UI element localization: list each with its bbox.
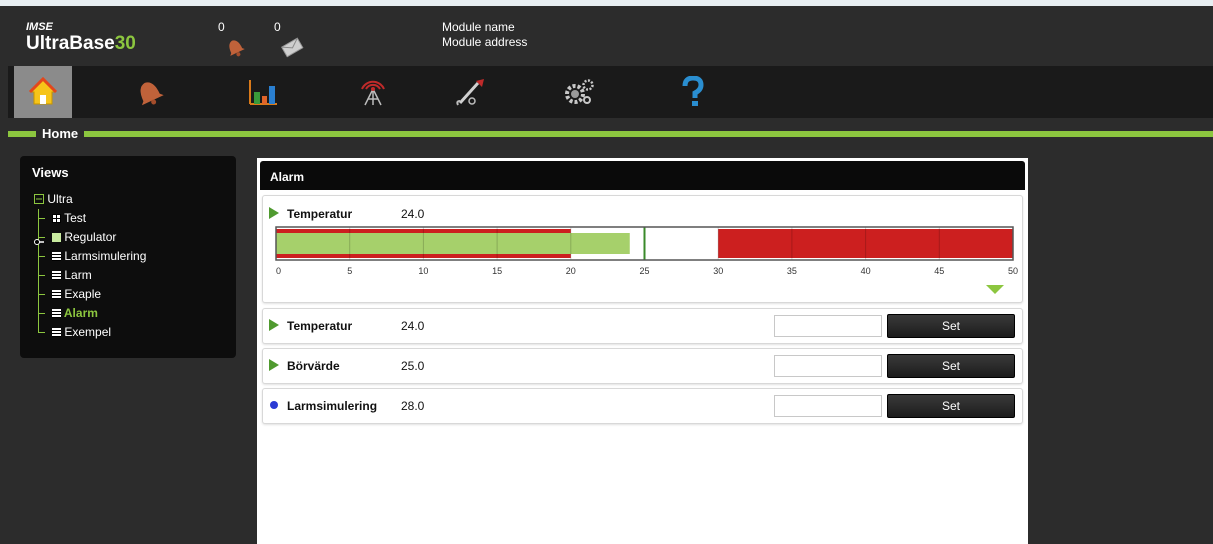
grid-icon: [52, 214, 61, 223]
tick-label: 50: [1008, 266, 1018, 276]
brand-name: UltraBase30: [26, 33, 136, 54]
temperature-gauge: 0 5 10 15 20 25 30 35 40 45 50: [275, 226, 1018, 276]
tick-label: 15: [492, 266, 502, 276]
tree-item-regulator[interactable]: Regulator: [34, 228, 146, 247]
breadcrumb-home[interactable]: Home: [36, 125, 85, 142]
brand-small: IMSE: [26, 21, 53, 33]
status-dot-icon: [270, 401, 278, 409]
message-count: 0: [274, 20, 281, 34]
expand-down-icon[interactable]: [986, 285, 1004, 295]
tree-item-label: Larmsimulering: [64, 249, 147, 263]
list-icon: [52, 309, 61, 318]
set-button[interactable]: Set: [887, 314, 1015, 338]
module-address-label: Module address: [442, 35, 528, 49]
collapse-icon[interactable]: [34, 194, 44, 204]
tick-label: 30: [713, 266, 723, 276]
arrow-right-icon: [269, 359, 279, 371]
envelope-icon[interactable]: [280, 36, 304, 63]
panel-title: Alarm: [270, 170, 305, 184]
gears-icon: [565, 79, 594, 104]
gauge-label: Temperatur: [287, 207, 353, 221]
list-icon: [52, 290, 61, 299]
row-borvarde: Börvärde 25.0 Set: [262, 348, 1023, 384]
temperatur-input[interactable]: [774, 315, 882, 337]
tree-item-label: Exaple: [64, 287, 102, 301]
antenna-icon: [361, 80, 385, 106]
tree-item-larm[interactable]: Larm: [34, 266, 146, 285]
nav-home[interactable]: [14, 66, 72, 118]
row-larmsimulering: Larmsimulering 28.0 Set: [262, 388, 1023, 424]
list-icon: [52, 252, 61, 261]
main-nav: [8, 66, 1213, 118]
larmsimulering-input[interactable]: [774, 395, 882, 417]
tree-item-label: Exempel: [64, 325, 112, 339]
tick-label: 40: [861, 266, 871, 276]
bar-chart-icon: [249, 80, 277, 105]
pin-icon: [34, 233, 44, 245]
alarm-count: 0: [218, 20, 225, 34]
borvarde-input[interactable]: [774, 355, 882, 377]
nav-tools[interactable]: [442, 66, 500, 118]
row-value: 25.0: [401, 359, 425, 373]
tree-item-test[interactable]: Test: [34, 209, 146, 228]
module-name-label: Module name: [442, 20, 515, 34]
tick-label: 20: [566, 266, 576, 276]
tree-item-label: Regulator: [64, 230, 117, 244]
list-icon: [52, 328, 61, 337]
views-tree: Ultra Test Regulator Larmsimulering Larm…: [34, 190, 146, 342]
row-label: Larmsimulering: [287, 399, 378, 413]
list-icon: [52, 271, 61, 280]
row-label: Temperatur: [287, 319, 353, 333]
tick-label: 45: [934, 266, 944, 276]
tree-item-larmsimulering[interactable]: Larmsimulering: [34, 247, 146, 266]
tick-label: 25: [639, 266, 649, 276]
tree-item-alarm[interactable]: Alarm: [34, 304, 146, 323]
help-icon: [682, 76, 704, 106]
nav-communication[interactable]: [344, 66, 402, 118]
row-temperatur: Temperatur 24.0 Set: [262, 308, 1023, 344]
tree-item-label: Test: [64, 211, 87, 225]
home-icon: [28, 77, 58, 105]
nav-charts[interactable]: [234, 66, 292, 118]
set-button[interactable]: Set: [887, 354, 1015, 378]
gauge-card: Temperatur 24.0 0 5 10 15 20 25 30 35 40 45 50: [262, 195, 1023, 303]
module-info: Module name Module address: [442, 20, 527, 50]
tree-item-label: Alarm: [63, 306, 98, 320]
alarm-panel: Alarm Temperatur 24.0 0 5 10 15 20 25 30 35 40 45…: [257, 158, 1028, 544]
tree-item-exempel[interactable]: Exempel: [34, 323, 146, 342]
tree-root-label: Ultra: [47, 192, 73, 206]
arrow-right-icon: [269, 319, 279, 331]
tree-item-label: Larm: [64, 268, 92, 282]
tick-label: 0: [276, 266, 281, 276]
set-button[interactable]: Set: [887, 394, 1015, 418]
square-icon: [52, 233, 61, 242]
bell-icon: [140, 82, 164, 106]
panel-header: Alarm: [260, 161, 1025, 190]
app-header: IMSE UltraBase30 0 0 Module name Module …: [8, 6, 1213, 66]
tree-root-ultra[interactable]: Ultra: [34, 190, 146, 209]
row-value: 24.0: [401, 319, 425, 333]
row-label: Börvärde: [287, 359, 340, 373]
tick-label: 5: [347, 266, 352, 276]
alarm-bell-icon[interactable]: [222, 36, 248, 63]
breadcrumb-line: [8, 131, 1213, 137]
tools-icon: [456, 79, 484, 106]
gauge-value: 24.0: [401, 207, 425, 221]
current-value-bar: [276, 233, 630, 254]
nav-settings[interactable]: [550, 66, 608, 118]
breadcrumb: Home: [8, 125, 1213, 142]
tick-label: 10: [418, 266, 428, 276]
tree-item-exaple[interactable]: Exaple: [34, 285, 146, 304]
brand-logo: IMSE UltraBase30: [26, 22, 136, 55]
tick-label: 35: [787, 266, 797, 276]
views-panel: Views Ultra Test Regulator Larmsimulerin…: [20, 156, 236, 358]
row-value: 28.0: [401, 399, 425, 413]
arrow-right-icon: [269, 207, 279, 219]
views-title: Views: [32, 165, 69, 180]
nav-alarms[interactable]: [120, 66, 178, 118]
nav-help[interactable]: [664, 66, 722, 118]
